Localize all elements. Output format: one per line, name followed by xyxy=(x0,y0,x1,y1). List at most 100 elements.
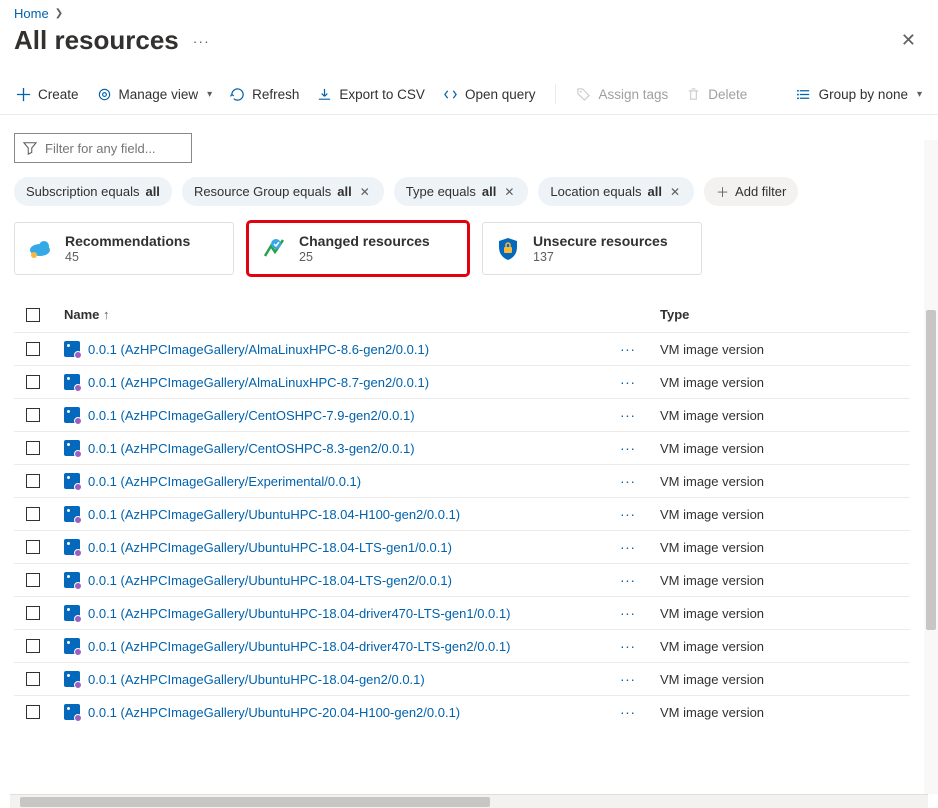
row-checkbox[interactable] xyxy=(26,441,40,455)
card-changed-resources[interactable]: Changed resources25 xyxy=(248,222,468,275)
filter-input[interactable] xyxy=(45,141,183,156)
resource-type-icon xyxy=(64,539,80,555)
resource-link[interactable]: 0.0.1 (AzHPCImageGallery/UbuntuHPC-20.04… xyxy=(88,705,460,720)
table-row: 0.0.1 (AzHPCImageGallery/UbuntuHPC-18.04… xyxy=(14,630,910,663)
content-area: Subscription equals all Resource Group e… xyxy=(0,115,938,775)
close-icon[interactable]: ✕ xyxy=(893,26,924,55)
row-checkbox[interactable] xyxy=(26,474,40,488)
change-icon xyxy=(261,236,287,262)
row-more-icon[interactable]: ··· xyxy=(620,572,636,588)
card-title: Unsecure resources xyxy=(533,233,668,249)
gear-icon xyxy=(97,87,112,102)
create-label: Create xyxy=(38,87,79,102)
assign-tags-label: Assign tags xyxy=(598,87,668,102)
resource-link[interactable]: 0.0.1 (AzHPCImageGallery/UbuntuHPC-18.04… xyxy=(88,507,460,522)
resource-type: VM image version xyxy=(660,507,910,522)
row-more-icon[interactable]: ··· xyxy=(620,704,636,720)
card-unsecure-resources[interactable]: Unsecure resources137 xyxy=(482,222,702,275)
table-row: 0.0.1 (AzHPCImageGallery/AlmaLinuxHPC-8.… xyxy=(14,366,910,399)
resource-link[interactable]: 0.0.1 (AzHPCImageGallery/AlmaLinuxHPC-8.… xyxy=(88,375,429,390)
resource-type: VM image version xyxy=(660,540,910,555)
delete-button: Delete xyxy=(684,85,749,104)
vertical-scrollbar[interactable] xyxy=(924,140,938,794)
group-by-label: Group by none xyxy=(819,87,908,102)
row-more-icon[interactable]: ··· xyxy=(620,440,636,456)
select-all-checkbox[interactable] xyxy=(26,308,40,322)
row-checkbox[interactable] xyxy=(26,672,40,686)
resource-type: VM image version xyxy=(660,705,910,720)
export-csv-label: Export to CSV xyxy=(339,87,425,102)
add-filter-button[interactable]: ＋Add filter xyxy=(704,177,798,206)
row-checkbox[interactable] xyxy=(26,573,40,587)
scrollbar-thumb[interactable] xyxy=(20,797,490,807)
row-more-icon[interactable]: ··· xyxy=(620,539,636,555)
export-csv-button[interactable]: Export to CSV xyxy=(315,85,427,104)
scrollbar-thumb[interactable] xyxy=(926,310,936,630)
card-recommendations[interactable]: Recommendations45 xyxy=(14,222,234,275)
resource-type: VM image version xyxy=(660,375,910,390)
filter-pills: Subscription equals all Resource Group e… xyxy=(14,177,924,206)
close-icon[interactable]: ✕ xyxy=(358,185,372,199)
list-icon xyxy=(797,87,812,102)
create-button[interactable]: Create xyxy=(14,85,81,104)
breadcrumb-home[interactable]: Home xyxy=(14,6,49,21)
resource-type-icon xyxy=(64,638,80,654)
refresh-button[interactable]: Refresh xyxy=(228,85,301,104)
row-more-icon[interactable]: ··· xyxy=(620,506,636,522)
resource-link[interactable]: 0.0.1 (AzHPCImageGallery/AlmaLinuxHPC-8.… xyxy=(88,342,429,357)
table-row: 0.0.1 (AzHPCImageGallery/UbuntuHPC-18.04… xyxy=(14,564,910,597)
open-query-button[interactable]: Open query xyxy=(441,85,538,104)
trash-icon xyxy=(686,87,701,102)
pill-subscription[interactable]: Subscription equals all xyxy=(14,177,172,206)
row-more-icon[interactable]: ··· xyxy=(620,638,636,654)
resource-link[interactable]: 0.0.1 (AzHPCImageGallery/CentOSHPC-8.3-g… xyxy=(88,441,415,456)
row-checkbox[interactable] xyxy=(26,639,40,653)
breadcrumb: Home ❯ xyxy=(0,0,938,23)
resource-type-icon xyxy=(64,671,80,687)
resource-type: VM image version xyxy=(660,573,910,588)
resource-link[interactable]: 0.0.1 (AzHPCImageGallery/UbuntuHPC-18.04… xyxy=(88,672,425,687)
filter-input-box[interactable] xyxy=(14,133,192,163)
row-more-icon[interactable]: ··· xyxy=(620,374,636,390)
resource-link[interactable]: 0.0.1 (AzHPCImageGallery/UbuntuHPC-18.04… xyxy=(88,606,510,621)
row-checkbox[interactable] xyxy=(26,705,40,719)
resource-link[interactable]: 0.0.1 (AzHPCImageGallery/UbuntuHPC-18.04… xyxy=(88,639,510,654)
resource-type-icon xyxy=(64,374,80,390)
row-checkbox[interactable] xyxy=(26,408,40,422)
row-checkbox[interactable] xyxy=(26,375,40,389)
resource-link[interactable]: 0.0.1 (AzHPCImageGallery/CentOSHPC-7.9-g… xyxy=(88,408,415,423)
resource-type-icon xyxy=(64,506,80,522)
pill-resource-group[interactable]: Resource Group equals all✕ xyxy=(182,177,384,206)
pill-location[interactable]: Location equals all✕ xyxy=(538,177,694,206)
close-icon[interactable]: ✕ xyxy=(668,185,682,199)
refresh-icon xyxy=(230,87,245,102)
assign-tags-button: Assign tags xyxy=(574,85,670,104)
pill-type[interactable]: Type equals all✕ xyxy=(394,177,529,206)
resources-table: Name Type 0.0.1 (AzHPCImageGallery/AlmaL… xyxy=(14,297,924,727)
table-row: 0.0.1 (AzHPCImageGallery/CentOSHPC-7.9-g… xyxy=(14,399,910,432)
group-by-button[interactable]: Group by none ▾ xyxy=(795,85,924,104)
more-actions-icon[interactable]: ··· xyxy=(193,33,210,49)
manage-view-button[interactable]: Manage view ▾ xyxy=(95,85,215,104)
row-more-icon[interactable]: ··· xyxy=(620,407,636,423)
row-checkbox[interactable] xyxy=(26,507,40,521)
column-type[interactable]: Type xyxy=(660,307,910,322)
resource-link[interactable]: 0.0.1 (AzHPCImageGallery/Experimental/0.… xyxy=(88,474,361,489)
row-checkbox[interactable] xyxy=(26,540,40,554)
row-more-icon[interactable]: ··· xyxy=(620,473,636,489)
page-title: All resources xyxy=(14,25,179,56)
horizontal-scrollbar[interactable] xyxy=(10,794,928,808)
row-more-icon[interactable]: ··· xyxy=(620,341,636,357)
row-checkbox[interactable] xyxy=(26,606,40,620)
column-name[interactable]: Name xyxy=(60,307,620,322)
resource-link[interactable]: 0.0.1 (AzHPCImageGallery/UbuntuHPC-18.04… xyxy=(88,573,452,588)
row-more-icon[interactable]: ··· xyxy=(620,671,636,687)
close-icon[interactable]: ✕ xyxy=(502,185,516,199)
resource-link[interactable]: 0.0.1 (AzHPCImageGallery/UbuntuHPC-18.04… xyxy=(88,540,452,555)
resource-type-icon xyxy=(64,407,80,423)
chevron-down-icon: ▾ xyxy=(917,89,922,100)
card-count: 45 xyxy=(65,250,190,264)
row-more-icon[interactable]: ··· xyxy=(620,605,636,621)
row-checkbox[interactable] xyxy=(26,342,40,356)
manage-view-label: Manage view xyxy=(119,87,199,102)
